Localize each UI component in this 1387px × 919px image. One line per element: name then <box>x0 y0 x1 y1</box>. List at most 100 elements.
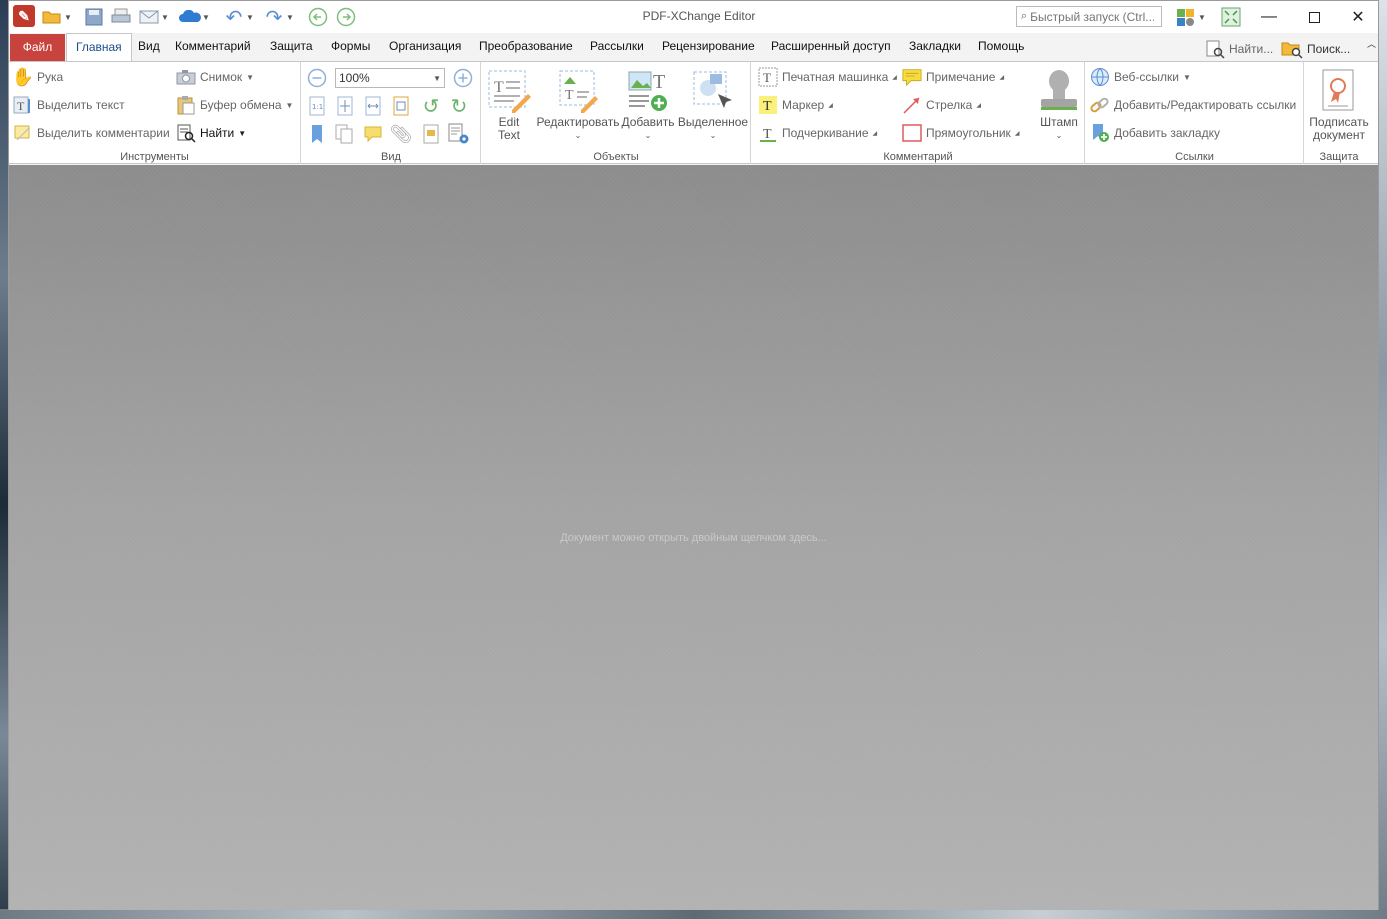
highlight-icon: T <box>758 95 778 115</box>
snapshot-button[interactable]: Снимок ▼ <box>176 67 254 87</box>
collapse-ribbon-button[interactable]: ︿ <box>1367 37 1376 50</box>
tab-view[interactable]: Вид <box>138 39 160 53</box>
email-button[interactable]: ▼ <box>138 6 169 28</box>
marker-label: Маркер <box>782 98 825 112</box>
add-edit-links-button[interactable]: Добавить/Редактировать ссылки <box>1090 95 1296 115</box>
tab-home[interactable]: Главная <box>66 33 132 62</box>
underline-button[interactable]: T Подчеркивание ◢ <box>758 123 877 143</box>
chevron-down-icon[interactable]: ▼ <box>161 13 169 22</box>
rotate-left-button[interactable]: ↺ <box>420 95 442 118</box>
edit-objects-button[interactable]: T Редактировать ⌄ <box>537 66 619 142</box>
thumbnails-pane-button[interactable] <box>334 123 356 145</box>
properties-pane-button[interactable] <box>420 123 442 145</box>
find-tool-button[interactable]: Найти ▼ <box>176 123 246 143</box>
tab-bookmarks[interactable]: Закладки <box>909 39 961 53</box>
select-text-button[interactable]: T Выделить текст <box>13 95 125 115</box>
web-links-button[interactable]: Веб-ссылки ▼ <box>1090 67 1191 87</box>
edit-objects-icon: T <box>554 66 602 116</box>
close-button[interactable]: ✕ <box>1336 1 1380 33</box>
edit-text-button[interactable]: T Edit Text <box>484 66 534 142</box>
attachments-pane-button[interactable]: 📎︎ <box>390 123 413 145</box>
chevron-down-icon[interactable]: ▼ <box>202 13 210 22</box>
underline-label: Подчеркивание <box>782 126 869 140</box>
clipboard-label: Буфер обмена <box>200 98 282 112</box>
rotate-right-button[interactable]: ↻ <box>448 95 470 118</box>
chevron-down-icon[interactable]: ▼ <box>1198 13 1206 22</box>
select-comments-icon <box>13 123 33 143</box>
nav-back-button[interactable] <box>307 6 329 28</box>
group-view-label: Вид <box>381 151 401 163</box>
open-button[interactable]: ▼ <box>41 6 72 28</box>
nav-forward-button[interactable] <box>335 6 357 28</box>
undo-button[interactable]: ↶ ▼ <box>223 6 254 29</box>
forward-circle-icon <box>335 6 357 28</box>
chevron-down-icon[interactable]: ▼ <box>246 13 254 22</box>
save-button[interactable] <box>83 6 105 28</box>
zoom-in-icon <box>453 68 473 88</box>
clipboard-button[interactable]: Буфер обмена ▼ <box>176 95 293 115</box>
add-objects-label: Добавить <box>621 115 675 129</box>
redo-button[interactable]: ↷ ▼ <box>263 6 294 29</box>
fit-page-button[interactable] <box>334 95 356 117</box>
add-edit-links-label: Добавить/Редактировать ссылки <box>1114 98 1297 112</box>
minimize-button[interactable]: — <box>1247 1 1291 33</box>
chevron-down-icon: ◢ <box>999 74 1005 81</box>
add-objects-button[interactable]: T Добавить ⌄ <box>620 66 676 142</box>
tab-forms[interactable]: Формы <box>331 39 370 53</box>
bookmarks-pane-button[interactable] <box>306 123 328 145</box>
add-bookmark-button[interactable]: Добавить закладку <box>1090 123 1220 143</box>
sign-document-button[interactable]: Подписать документ <box>1307 66 1371 142</box>
sticky-note-button[interactable]: Примечание ◢ <box>902 67 1004 87</box>
group-links: Веб-ссылки ▼ Добавить/Редактировать ссыл… <box>1086 62 1304 164</box>
marker-button[interactable]: T Маркер ◢ <box>758 95 833 115</box>
print-button[interactable] <box>110 6 132 28</box>
comments-pane-button[interactable] <box>362 123 384 145</box>
chevron-down-icon[interactable]: ▼ <box>286 13 294 22</box>
typewriter-button[interactable]: T Печатная машинка ◢ <box>758 67 897 87</box>
tab-protect[interactable]: Защита <box>270 39 313 53</box>
tab-review[interactable]: Рецензирование <box>662 39 755 53</box>
edit-text-icon: T <box>485 66 533 116</box>
file-tab[interactable]: Файл <box>10 34 65 61</box>
chevron-down-icon[interactable]: ▼ <box>64 13 72 22</box>
find-button[interactable]: Найти... <box>1205 39 1273 59</box>
rectangle-button[interactable]: Прямоугольник ◢ <box>902 123 1019 143</box>
tab-mailings[interactable]: Рассылки <box>590 39 644 53</box>
quick-launch-field[interactable]: ⌕ <box>1016 6 1162 27</box>
arrow-label: Стрелка <box>926 98 973 112</box>
tab-convert[interactable]: Преобразование <box>479 39 573 53</box>
document-settings-button[interactable] <box>448 123 470 145</box>
app-logo-icon[interactable]: ✎ <box>13 5 35 27</box>
hand-tool-button[interactable]: ✋ Рука <box>12 67 63 87</box>
chevron-down-icon: ▼ <box>238 128 247 138</box>
rotate-left-icon: ↺ <box>422 95 440 118</box>
chevron-down-icon: ◢ <box>892 74 897 81</box>
maximize-button[interactable] <box>1292 1 1336 33</box>
undo-arrow-icon: ↶ <box>225 6 243 29</box>
web-links-label: Веб-ссылки <box>1114 70 1179 84</box>
sign-document-label-2: документ <box>1313 128 1365 142</box>
zoom-in-button[interactable] <box>452 67 474 89</box>
cloud-button[interactable]: ▼ <box>179 6 210 28</box>
fullscreen-button[interactable] <box>1220 6 1242 28</box>
stamp-button[interactable]: Штамп ⌄ <box>1035 66 1083 142</box>
selected-objects-button[interactable]: Выделенное ⌄ <box>678 66 748 142</box>
zoom-select[interactable]: 100% ▼ <box>335 68 445 88</box>
desktop-background-right <box>1379 0 1387 919</box>
quick-launch-input[interactable] <box>1030 9 1155 24</box>
tab-help[interactable]: Помощь <box>978 39 1024 53</box>
actual-size-button[interactable]: 1:1 <box>306 95 328 117</box>
tab-organize[interactable]: Организация <box>389 39 461 53</box>
search-button[interactable]: Поиск... <box>1281 39 1350 59</box>
fit-width-button[interactable] <box>362 95 384 117</box>
document-workspace[interactable]: Документ можно открыть двойным щелчком з… <box>9 165 1378 910</box>
arrow-button[interactable]: Стрелка ◢ <box>902 95 981 115</box>
workspace-hint: Документ можно открыть двойным щелчком з… <box>560 532 827 544</box>
group-objects-label: Объекты <box>593 151 639 163</box>
zoom-out-button[interactable] <box>306 67 328 89</box>
tab-comment[interactable]: Комментарий <box>175 39 251 53</box>
select-comments-button[interactable]: Выделить комментарии <box>13 123 170 143</box>
tab-share[interactable]: Расширенный доступ <box>771 39 891 53</box>
fit-visible-button[interactable] <box>390 95 412 117</box>
ui-options-button[interactable]: ▼ <box>1175 6 1206 28</box>
